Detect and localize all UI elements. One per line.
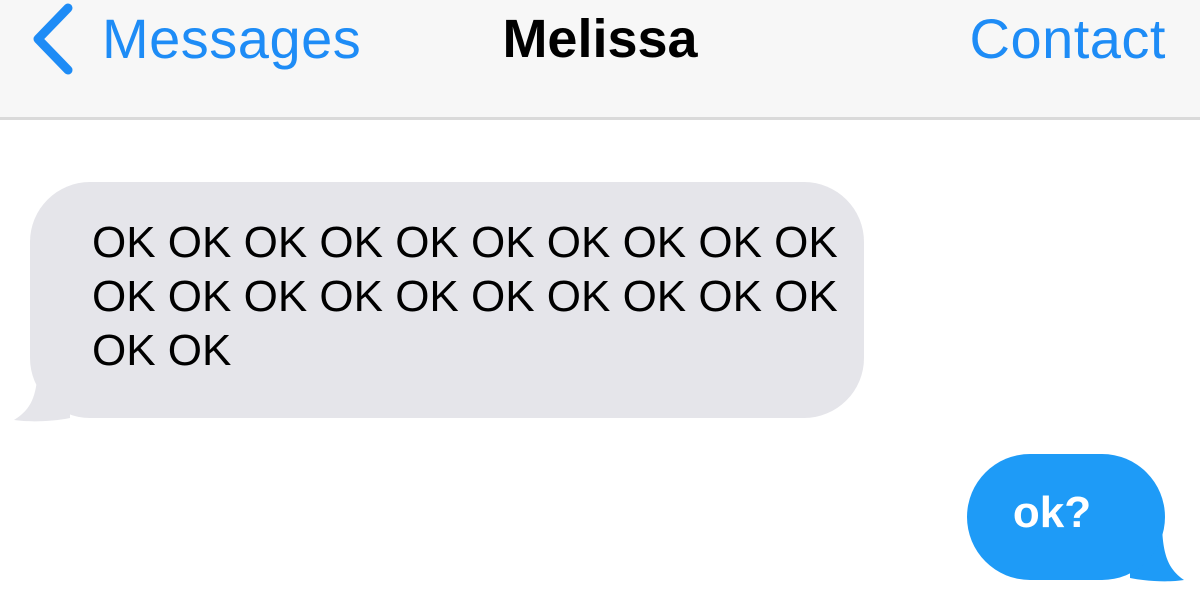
received-message-bubble: OK OK OK OK OK OK OK OK OK OK OK OK OK O… [30, 182, 864, 418]
navigation-bar: Messages Melissa Contact [0, 0, 1200, 120]
received-message-text: OK OK OK OK OK OK OK OK OK OK OK OK OK O… [92, 218, 838, 375]
back-button-label: Messages [102, 7, 362, 70]
chevron-left-icon [33, 3, 73, 75]
contact-button[interactable]: Contact [970, 0, 1167, 78]
messages-screen: Messages Melissa Contact OK OK OK OK OK … [0, 0, 1200, 600]
sent-message-bubble: ok? [967, 454, 1165, 580]
back-button[interactable]: Messages [28, 0, 361, 78]
message-thread: OK OK OK OK OK OK OK OK OK OK OK OK OK O… [0, 120, 1200, 600]
sent-message-text: ok? [1012, 488, 1092, 537]
